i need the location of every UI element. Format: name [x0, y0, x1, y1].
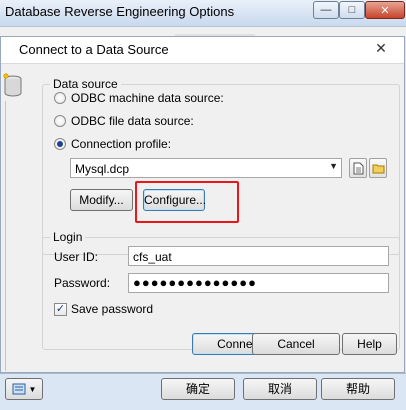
connect-dialog: Connect to a Data Source ✕ Data source O… [0, 36, 405, 373]
outer-close-button[interactable]: ✕ [365, 1, 405, 19]
maximize-icon: □ [348, 4, 356, 16]
modify-button[interactable]: Modify... [70, 189, 133, 211]
cancel-bottom-button[interactable]: 取消 [243, 378, 317, 400]
checkmark-icon: ✓ [55, 303, 66, 315]
chevron-down-icon[interactable]: ▼ [329, 161, 338, 171]
new-profile-button[interactable] [349, 158, 367, 178]
radio-label-odbc-machine: ODBC machine data source: [71, 91, 224, 105]
radio-button-icon[interactable] [54, 115, 66, 127]
outer-window-title: Database Reverse Engineering Options [5, 4, 235, 19]
save-password-label[interactable]: Save password [71, 302, 153, 316]
left-rail-divider [5, 101, 6, 371]
cancel-button[interactable]: Cancel [252, 333, 340, 355]
radio-button-selected-icon[interactable] [54, 138, 66, 150]
chevron-down-icon: ▼ [28, 384, 37, 394]
user-id-label: User ID: [54, 250, 99, 264]
open-profile-button[interactable] [369, 158, 387, 178]
close-icon: ✕ [380, 4, 390, 17]
radio-odbc-machine[interactable]: ODBC machine data source: [54, 91, 224, 105]
maximize-button[interactable]: □ [339, 1, 365, 19]
red-highlight-box [135, 181, 239, 223]
bottom-separator [0, 373, 406, 374]
help-bottom-button[interactable]: 帮助 [321, 378, 395, 400]
document-icon [353, 162, 363, 174]
view-menu-button[interactable]: ▼ [5, 378, 43, 400]
help-button[interactable]: Help [342, 333, 397, 355]
dialog-title-bar: Connect to a Data Source ✕ [1, 37, 404, 64]
password-value: ●●●●●●●●●●●●●● [133, 275, 257, 290]
radio-connection-profile[interactable]: Connection profile: [54, 137, 171, 151]
radio-button-icon[interactable] [54, 92, 66, 104]
list-view-icon [12, 383, 26, 395]
database-icon [3, 73, 22, 97]
data-source-legend: Data source [53, 77, 118, 91]
user-id-value: cfs_uat [133, 250, 172, 264]
dialog-title: Connect to a Data Source [19, 42, 169, 57]
radio-label-connection-profile: Connection profile: [71, 137, 172, 151]
login-legend: Login [53, 230, 83, 244]
password-field[interactable]: ●●●●●●●●●●●●●● [128, 273, 389, 293]
minimize-icon: — [320, 4, 332, 16]
dialog-close-icon[interactable]: ✕ [370, 40, 392, 58]
radio-odbc-file[interactable]: ODBC file data source: [54, 114, 194, 128]
save-password-checkbox[interactable]: ✓ [54, 303, 67, 316]
ok-button[interactable]: 确定 [161, 378, 235, 400]
radio-label-odbc-file: ODBC file data source: [71, 114, 194, 128]
connection-profile-value: Mysql.dcp [75, 162, 130, 176]
connection-profile-combo[interactable]: Mysql.dcp ▼ [70, 158, 342, 178]
minimize-button[interactable]: — [313, 1, 339, 19]
password-label: Password: [54, 276, 111, 290]
folder-icon [372, 164, 384, 173]
user-id-field[interactable]: cfs_uat [128, 246, 389, 266]
